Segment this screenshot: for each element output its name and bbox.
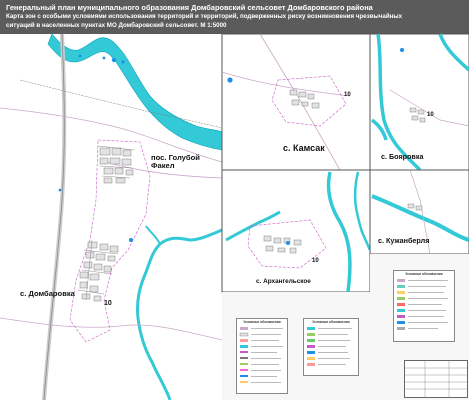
label-dombarovka: с. Домбаровка bbox=[20, 289, 75, 298]
label-zone-boyarovka: 10 bbox=[427, 112, 434, 118]
legend-mid: Условные обозначения bbox=[303, 318, 359, 376]
label-zone-arkhangelskoe: 10 bbox=[312, 258, 319, 264]
legend-left: Условные обозначения bbox=[236, 318, 288, 394]
label-kamsak: с. Камсак bbox=[283, 143, 325, 153]
label-boyarovka: с. Бояровка bbox=[381, 152, 424, 161]
label-golubof-fakel: пос. Голубой Факел bbox=[151, 153, 200, 171]
legend-mid-title: Условные обозначения bbox=[312, 320, 350, 324]
legend-right-title: Условные обозначения bbox=[405, 272, 443, 276]
legend-right-swatches bbox=[397, 279, 448, 330]
legend-left-title: Условные обозначения bbox=[243, 320, 281, 324]
label-kuzhanberlya: с. Кужанберля bbox=[378, 236, 430, 245]
label-zone-kamsak: 10 bbox=[344, 92, 351, 98]
title-block-stamp bbox=[404, 360, 468, 398]
stamp-grid bbox=[405, 361, 467, 397]
legend-right: Условные обозначения bbox=[393, 270, 455, 342]
label-arkhangelskoe: с. Архангельское bbox=[256, 278, 311, 285]
map-sheet: Генеральный план муниципального образова… bbox=[0, 0, 469, 400]
marker-boyarovka bbox=[400, 48, 404, 52]
main-map-frame bbox=[0, 34, 222, 400]
label-zone-main: 10 bbox=[104, 300, 112, 307]
legend-mid-swatches bbox=[307, 327, 352, 366]
marker-arkhangelskoe bbox=[286, 241, 290, 245]
marker-kamsak bbox=[227, 77, 233, 83]
legend-left-swatches bbox=[239, 327, 283, 383]
